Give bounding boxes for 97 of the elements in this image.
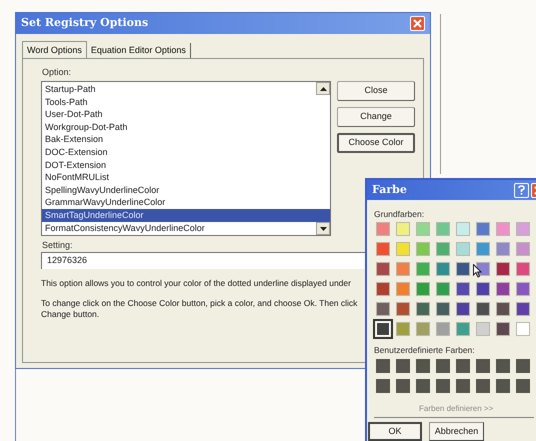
list-item[interactable]: User-Dot-Path — [42, 108, 316, 121]
setting-label: Setting: — [42, 239, 73, 252]
color-swatch[interactable] — [496, 302, 510, 316]
color-swatch[interactable] — [416, 359, 430, 373]
down-arrow-icon — [320, 226, 326, 230]
color-swatch[interactable] — [416, 302, 430, 316]
color-swatch[interactable] — [496, 379, 510, 393]
color-swatch[interactable] — [476, 302, 490, 316]
color-swatch[interactable] — [516, 262, 530, 276]
color-swatch[interactable] — [456, 302, 470, 316]
color-swatch[interactable] — [436, 322, 450, 336]
color-swatch[interactable] — [416, 379, 430, 393]
window-title: Set Registry Options — [21, 15, 148, 32]
scroll-down-button[interactable] — [316, 222, 330, 235]
color-swatch[interactable] — [496, 242, 510, 256]
color-swatch[interactable] — [436, 242, 450, 256]
color-swatch[interactable] — [476, 379, 490, 393]
color-swatch[interactable] — [456, 322, 470, 336]
close-button[interactable] — [410, 16, 425, 31]
color-swatch[interactable] — [396, 302, 410, 316]
dialog-button[interactable]: Close — [337, 81, 415, 101]
color-swatch[interactable] — [396, 282, 410, 296]
color-swatch[interactable] — [456, 222, 470, 236]
color-swatch[interactable] — [396, 359, 410, 373]
color-swatch[interactable] — [376, 302, 390, 316]
dialog-button[interactable]: Change — [337, 107, 415, 127]
list-item[interactable]: Bak-Extension — [42, 133, 316, 146]
color-swatch[interactable] — [456, 282, 470, 296]
window-title: Farbe — [372, 182, 407, 198]
color-swatch[interactable] — [436, 222, 450, 236]
color-swatch[interactable] — [516, 359, 530, 373]
color-swatch[interactable] — [396, 262, 410, 276]
up-arrow-icon — [320, 86, 326, 90]
list-item[interactable]: DOT-Extension — [42, 158, 316, 172]
color-swatch[interactable] — [476, 322, 490, 336]
list-item[interactable]: SpellingWavyUnderlineColor — [42, 184, 316, 196]
color-swatch[interactable] — [496, 282, 510, 296]
color-swatch[interactable] — [476, 242, 490, 256]
tab[interactable]: Word Options — [22, 41, 87, 59]
list-item[interactable]: GrammarWavyUnderlineColor — [42, 196, 316, 209]
help-button[interactable] — [514, 182, 529, 198]
color-swatch[interactable] — [516, 282, 530, 296]
color-swatch[interactable] — [476, 222, 490, 236]
list-item[interactable]: Startup-Path — [42, 83, 316, 96]
dialog-button[interactable]: OK — [368, 422, 422, 441]
mouse-pointer-icon — [473, 264, 482, 278]
close-icon — [413, 19, 422, 28]
list-item[interactable]: Workgroup-Dot-Path — [42, 120, 316, 134]
color-swatch[interactable] — [396, 222, 410, 236]
color-swatch[interactable] — [376, 379, 390, 393]
help-icon — [518, 185, 525, 195]
color-swatch[interactable] — [376, 242, 390, 256]
list-item[interactable]: SmartTagUnderlineColor — [42, 208, 330, 222]
dialog-button[interactable]: Choose Color — [337, 133, 415, 153]
color-swatch[interactable] — [496, 222, 510, 236]
color-swatch[interactable] — [496, 322, 510, 336]
color-swatch[interactable] — [476, 359, 490, 373]
color-swatch[interactable] — [516, 222, 530, 236]
color-swatch[interactable] — [456, 242, 470, 256]
color-swatch[interactable] — [516, 242, 530, 256]
color-swatch[interactable] — [436, 379, 450, 393]
color-swatch[interactable] — [436, 359, 450, 373]
list-item[interactable]: Tools-Path — [42, 96, 316, 108]
color-swatch[interactable] — [416, 242, 430, 256]
list-item[interactable]: DOC-Extension — [42, 146, 316, 159]
list-item[interactable]: NoFontMRUList — [42, 171, 316, 184]
color-swatch[interactable] — [516, 379, 530, 393]
basic-colors-label: Grundfarben: — [374, 208, 426, 220]
color-swatch[interactable] — [396, 242, 410, 256]
color-swatch[interactable] — [456, 262, 470, 276]
color-swatch[interactable] — [416, 282, 430, 296]
color-swatch[interactable] — [436, 282, 450, 296]
instruction-text: To change click on the Choose Color button, pick a color, and choose Ok. Then click Change button. — [41, 298, 358, 320]
color-swatch[interactable] — [496, 359, 510, 373]
scroll-up-button[interactable] — [316, 82, 330, 95]
color-swatch[interactable] — [516, 322, 530, 336]
list-item[interactable]: FormatConsistencyWavyUnderlineColor — [42, 222, 316, 234]
color-swatch[interactable] — [476, 282, 490, 296]
color-swatch[interactable] — [436, 302, 450, 316]
color-swatch[interactable] — [396, 379, 410, 393]
color-swatch[interactable] — [376, 282, 390, 296]
dialog-button[interactable]: Abbrechen — [429, 422, 484, 441]
color-swatch[interactable] — [376, 262, 390, 276]
color-swatch[interactable] — [396, 322, 410, 336]
color-swatch[interactable] — [436, 262, 450, 276]
color-swatch[interactable] — [516, 302, 530, 316]
color-swatch[interactable] — [416, 222, 430, 236]
color-swatch[interactable] — [456, 379, 470, 393]
option-label: Option: — [42, 66, 72, 79]
color-swatch[interactable] — [416, 322, 430, 336]
color-swatch[interactable] — [376, 359, 390, 373]
color-swatch[interactable] — [376, 222, 390, 236]
custom-colors-label: Benutzerdefinierte Farben: — [374, 344, 476, 356]
color-swatch[interactable] — [456, 359, 470, 373]
color-swatch[interactable] — [416, 262, 430, 276]
color-swatch[interactable] — [496, 262, 510, 276]
description-text: This option allows you to control your color of the dotted underline displayed under — [41, 277, 351, 290]
